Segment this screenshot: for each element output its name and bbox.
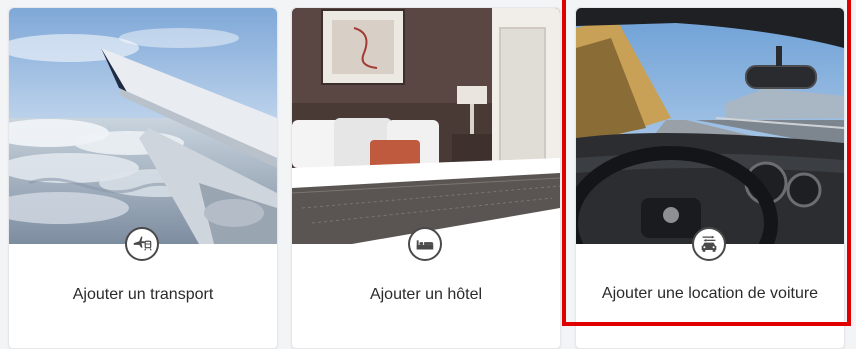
add-hotel-card[interactable]: Ajouter un hôtel: [291, 7, 561, 349]
add-car-rental-label: Ajouter une location de voiture: [601, 285, 819, 302]
add-transport-label: Ajouter un transport: [72, 286, 214, 303]
car-interior-image: [576, 8, 844, 244]
hotel-room-image: [292, 8, 560, 244]
add-car-rental-card[interactable]: Ajouter une location de voiture: [575, 7, 845, 349]
bed-icon: [408, 227, 442, 261]
add-transport-card[interactable]: Ajouter un transport: [8, 7, 278, 349]
airplane-wing-image: [9, 8, 277, 244]
add-hotel-label: Ajouter un hôtel: [369, 286, 483, 303]
plane-train-icon: [125, 227, 159, 261]
car-rental-icon: [692, 227, 726, 261]
